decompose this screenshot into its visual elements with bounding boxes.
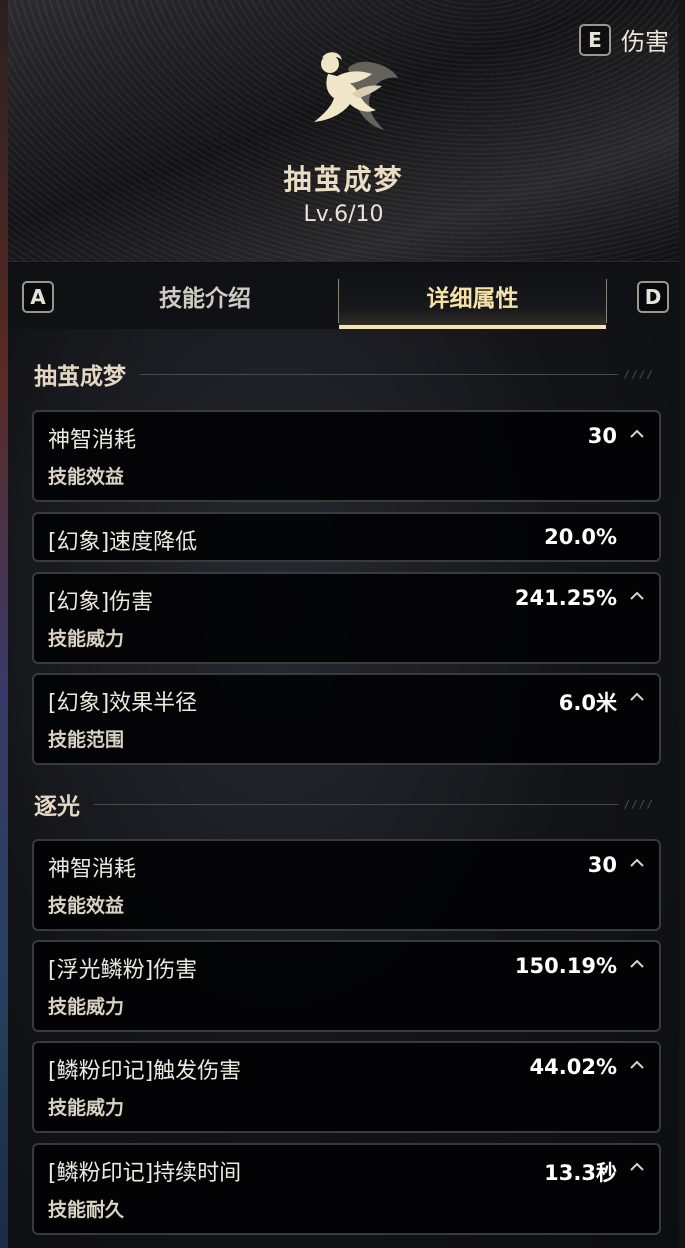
chevron-up-icon[interactable] — [629, 1057, 645, 1073]
attribute-name: [幻象]速度降低 — [48, 530, 198, 555]
attribute-value: 241.25% — [514, 586, 617, 610]
tab-skill-intro[interactable]: 技能介绍 — [72, 263, 338, 329]
attribute-row[interactable]: [幻象]效果半径 技能范围 6.0米 — [32, 673, 661, 765]
attribute-value: 6.0米 — [558, 691, 617, 715]
attribute-category: 技能威力 — [48, 1097, 125, 1119]
attribute-value: 44.02% — [529, 1055, 617, 1079]
section-header: 抽茧成梦 //// — [34, 357, 654, 391]
background-edge-right — [679, 0, 685, 1248]
section-ornament: //// — [623, 367, 654, 381]
chevron-up-icon[interactable] — [629, 1159, 645, 1175]
section-divider — [140, 373, 618, 375]
tab-next-key[interactable]: D — [637, 281, 669, 313]
attribute-name: [鳞粉印记]触发伤害 — [48, 1059, 242, 1084]
attribute-name: [鳞粉印记]持续时间 — [48, 1161, 242, 1186]
attribute-name: 神智消耗 — [48, 857, 137, 882]
section-header: 逐光 //// — [34, 787, 654, 821]
chevron-up-icon[interactable] — [629, 855, 645, 871]
attribute-category: 技能效益 — [48, 895, 125, 917]
skill-title: 抽茧成梦 — [283, 163, 404, 196]
chevron-up-icon[interactable] — [629, 689, 645, 705]
attribute-category: 技能威力 — [48, 628, 125, 650]
attribute-row: [幻象]速度降低 20.0% — [32, 512, 661, 562]
hotkey-e-label: 伤害 — [621, 28, 669, 56]
attribute-value: 13.3秒 — [544, 1161, 617, 1185]
attribute-category: 技能威力 — [48, 996, 125, 1018]
hotkey-e-keycap: E — [579, 23, 611, 56]
attribute-value: 20.0% — [544, 525, 617, 549]
attributes-panel: 抽茧成梦 //// 神智消耗 技能效益 30 [幻象]速度降低 20.0% [幻… — [8, 329, 679, 1248]
tab-divider — [606, 279, 607, 323]
attribute-row[interactable]: [鳞粉印记]持续时间 技能耐久 13.3秒 — [32, 1143, 661, 1235]
attribute-row[interactable]: [浮光鳞粉]伤害 技能威力 150.19% — [32, 940, 661, 1032]
skill-header: E 伤害 抽茧成梦 Lv.6/10 — [8, 0, 679, 262]
chevron-up-icon[interactable] — [629, 588, 645, 604]
tab-bar: A 技能介绍 详细属性 D — [8, 263, 679, 329]
chevron-up-icon[interactable] — [629, 956, 645, 972]
section-title: 逐光 — [34, 794, 80, 820]
tab-prev-key[interactable]: A — [22, 281, 54, 313]
attribute-row[interactable]: [鳞粉印记]触发伤害 技能威力 44.02% — [32, 1041, 661, 1133]
attribute-row[interactable]: [幻象]伤害 技能威力 241.25% — [32, 572, 661, 664]
section-divider — [94, 803, 618, 805]
attribute-row[interactable]: 神智消耗 技能效益 30 — [32, 410, 661, 502]
section-title: 抽茧成梦 — [34, 364, 126, 390]
damage-hotkey[interactable]: E 伤害 — [579, 22, 669, 57]
attribute-value: 150.19% — [514, 954, 617, 978]
tab-detail-attributes[interactable]: 详细属性 — [339, 263, 606, 329]
attribute-category: 技能范围 — [48, 729, 125, 751]
skill-level: Lv.6/10 — [303, 202, 384, 227]
attribute-name: [幻象]效果半径 — [48, 691, 198, 716]
attribute-category: 技能效益 — [48, 466, 125, 488]
attribute-row[interactable]: 神智消耗 技能效益 30 — [32, 839, 661, 931]
background-edge-left — [0, 0, 8, 1248]
chevron-up-icon[interactable] — [629, 426, 645, 442]
attribute-value: 30 — [587, 424, 617, 448]
attribute-value: 30 — [587, 853, 617, 877]
section-ornament: //// — [623, 797, 654, 811]
flying-fairy-icon — [314, 52, 398, 131]
attribute-name: [幻象]伤害 — [48, 590, 154, 615]
attribute-name: [浮光鳞粉]伤害 — [48, 958, 198, 983]
attribute-name: 神智消耗 — [48, 428, 137, 453]
attribute-category: 技能耐久 — [48, 1199, 125, 1221]
